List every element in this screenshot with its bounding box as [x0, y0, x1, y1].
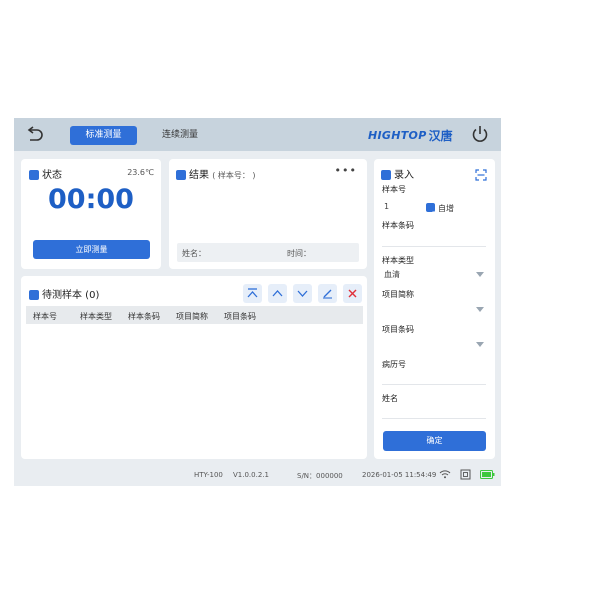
- pending-samples-panel: 待测样本 (0) 样本号 样本类型 样本条码 项目简称 项目条码: [21, 276, 367, 459]
- entry-title: 录入: [381, 166, 414, 181]
- measure-now-button[interactable]: 立即测量: [33, 240, 150, 259]
- power-icon[interactable]: [470, 124, 490, 144]
- move-up-icon[interactable]: [268, 284, 287, 303]
- column-header-sample-no: 样本号: [33, 312, 57, 321]
- device-model: HTY-100: [194, 471, 223, 479]
- sample-no-label: 样本号: [382, 185, 406, 194]
- record-no-label: 病历号: [382, 360, 406, 369]
- square-bullet-icon: [29, 290, 39, 300]
- edit-icon[interactable]: [318, 284, 337, 303]
- sample-type-select[interactable]: 血清: [384, 269, 400, 280]
- status-title: 状态: [29, 166, 62, 181]
- chevron-down-icon[interactable]: [476, 272, 484, 277]
- brand-name-en: HIGHTOP: [368, 128, 427, 142]
- scan-icon[interactable]: [475, 166, 487, 185]
- item-barcode-label: 项目条码: [382, 325, 414, 334]
- entry-title-text: 录入: [394, 170, 414, 181]
- status-title-text: 状态: [42, 170, 62, 181]
- sample-barcode-label: 样本条码: [382, 221, 414, 230]
- wifi-icon: [439, 469, 451, 481]
- pending-table-header: 样本号 样本类型 样本条码 项目简称 项目条码: [26, 306, 363, 324]
- tab-standard-measure[interactable]: 标准测量: [70, 126, 137, 145]
- result-name-label: 姓名：: [182, 249, 206, 258]
- column-header-sample-type: 样本类型: [80, 312, 112, 321]
- more-icon[interactable]: •••: [335, 164, 357, 177]
- column-header-item-abbr: 项目简称: [176, 312, 208, 321]
- result-time-label: 时间：: [287, 249, 311, 258]
- entry-panel: 录入 样本号 1 自增 样本条码 样本类型 血清 项目简称 项目条码 病历号 姓…: [374, 159, 495, 459]
- serial-number: S/N：000000: [297, 472, 343, 480]
- back-icon[interactable]: [24, 125, 46, 145]
- delete-icon[interactable]: [343, 284, 362, 303]
- result-title-text: 结果: [189, 170, 209, 181]
- result-panel: 结果 ( 样本号： ) ••• 姓名： 时间：: [169, 159, 367, 269]
- move-down-icon[interactable]: [293, 284, 312, 303]
- move-top-icon[interactable]: [243, 284, 262, 303]
- item-abbr-label: 项目简称: [382, 290, 414, 299]
- top-bar: 标准测量 连续测量 HIGHTOP 汉唐: [14, 118, 501, 151]
- chevron-down-icon[interactable]: [476, 342, 484, 347]
- name-field[interactable]: [382, 418, 486, 419]
- timer: 00:00: [48, 184, 134, 215]
- pending-title: 待测样本 (0): [29, 286, 99, 301]
- column-header-item-barcode: 项目条码: [224, 312, 256, 321]
- result-sample-no: ( 样本号： ): [212, 171, 256, 180]
- auto-increment-label: 自增: [438, 204, 454, 213]
- result-footer: 姓名： 时间：: [177, 243, 359, 262]
- square-bullet-icon: [176, 170, 186, 180]
- software-version: V1.0.0.2.1: [233, 471, 269, 479]
- confirm-button[interactable]: 确定: [383, 431, 486, 451]
- auto-increment-checkbox[interactable]: [426, 203, 435, 217]
- datetime: 2026-01-05 11:54:49: [362, 471, 437, 479]
- status-panel: 状态 23.6℃ 00:00 立即测量: [21, 159, 161, 269]
- pending-title-text: 待测样本 (0): [42, 290, 100, 301]
- result-title: 结果 ( 样本号： ): [176, 166, 256, 181]
- battery-icon: [480, 470, 495, 481]
- square-bullet-icon: [381, 170, 391, 180]
- square-bullet-icon: [29, 170, 39, 180]
- temperature-readout: 23.6℃: [127, 168, 154, 177]
- name-label: 姓名: [382, 394, 398, 403]
- tab-continuous-measure[interactable]: 连续测量: [148, 126, 212, 145]
- sample-barcode-field[interactable]: [382, 246, 486, 247]
- status-bar: HTY-100 V1.0.0.2.1 S/N：000000 2026-01-05…: [14, 464, 501, 486]
- brand-name-cn: 汉唐: [428, 128, 453, 143]
- record-no-field[interactable]: [382, 384, 486, 385]
- brand-logo: HIGHTOP 汉唐: [368, 127, 453, 143]
- app-screen: 标准测量 连续测量 HIGHTOP 汉唐 状态 23.6℃ 00:00 立即测量…: [14, 118, 501, 486]
- sample-type-label: 样本类型: [382, 256, 414, 265]
- chevron-down-icon[interactable]: [476, 307, 484, 312]
- storage-icon: [460, 469, 471, 482]
- column-header-sample-barcode: 样本条码: [128, 312, 160, 321]
- sample-no-field[interactable]: 1: [384, 202, 389, 211]
